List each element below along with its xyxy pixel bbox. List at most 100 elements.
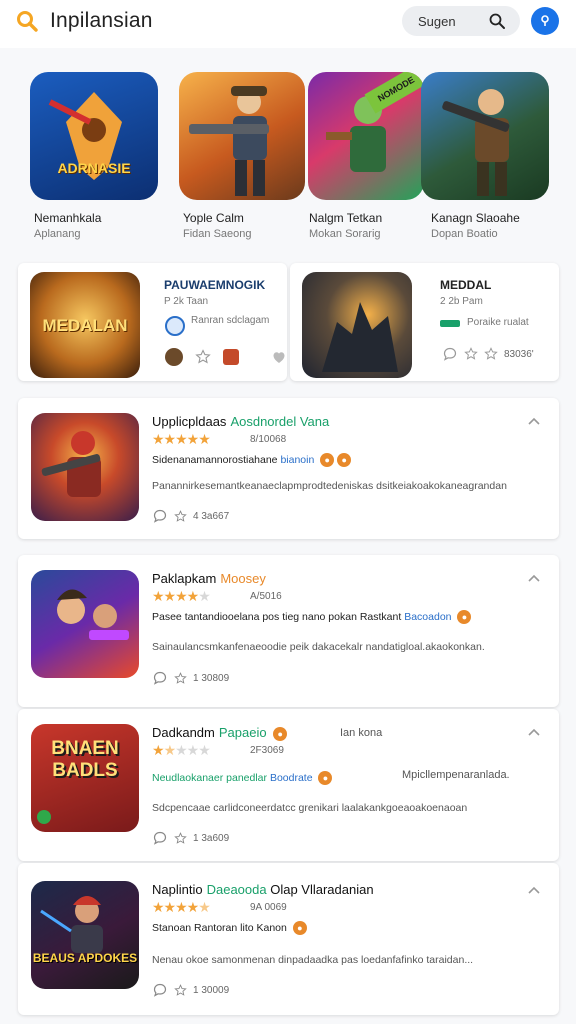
- badge-icon: ●: [337, 453, 352, 467]
- game-character-art: [189, 86, 269, 196]
- app-title[interactable]: Naplintio Daeaooda Olap Vllaradanian: [152, 882, 374, 897]
- comment-icon[interactable]: [442, 346, 458, 362]
- rating-count: 9A 0069: [250, 902, 287, 913]
- app-extra-text: Mpicllempenaranlada.: [402, 769, 510, 781]
- chevron-up-icon[interactable]: [527, 885, 541, 895]
- carousel-title-2[interactable]: Yople Calm: [183, 211, 244, 225]
- comment-icon[interactable]: [152, 982, 168, 998]
- star-outline-icon[interactable]: [174, 671, 187, 685]
- account-button[interactable]: [531, 7, 559, 35]
- app-subtitle: Neudlaokanaer panedlar Boodrate ●: [152, 771, 333, 785]
- app-title: Inpilansian: [50, 9, 153, 32]
- featured-title-2[interactable]: MEDDAL: [440, 278, 491, 292]
- game-character-art: [41, 431, 101, 497]
- carousel-sub-3: Mokan Sorarig: [309, 228, 381, 240]
- comment-icon[interactable]: [152, 830, 168, 846]
- carousel-tile-2[interactable]: [179, 72, 305, 200]
- status-badge: [440, 320, 460, 327]
- app-count: 1 30009: [193, 984, 230, 996]
- top-bar: Inpilansian Sugen: [0, 0, 576, 48]
- comment-icon[interactable]: [152, 670, 168, 686]
- app-card-2[interactable]: Paklapkam Moosey ★★★★★ A/5016 Pasee tanta…: [18, 555, 559, 707]
- badge-icon: ●: [318, 771, 333, 785]
- app-logo-icon: [17, 11, 38, 32]
- search-label: Sugen: [418, 13, 456, 29]
- game-mini-icon: [223, 349, 239, 365]
- badge-icon: ●: [320, 453, 335, 467]
- star-outline-icon[interactable]: [174, 509, 187, 523]
- featured-art-text: MEDALAN: [42, 316, 128, 335]
- app-count: 4 3a667: [193, 510, 230, 522]
- chevron-up-icon[interactable]: [527, 416, 541, 426]
- carousel-sub-2: Fidan Saeong: [183, 228, 252, 240]
- app-title[interactable]: Upplicpldaas Aosdnordel Vana: [152, 414, 329, 429]
- comment-icon[interactable]: [152, 508, 168, 524]
- search-bar[interactable]: Sugen: [402, 6, 520, 36]
- featured-sub-1b: 2 2b Pam: [440, 296, 483, 307]
- rating-count: 8/10068: [250, 434, 287, 445]
- app-actions: 4 3a667: [152, 508, 229, 524]
- featured-actions-1: [165, 348, 287, 366]
- carousel-tile-text: ADRNASIE: [57, 160, 131, 176]
- badge-icon: ●: [292, 921, 307, 935]
- featured-sub-2: Ranran sdclagam: [191, 315, 270, 326]
- app-subtitle: Sidenanamannorostiahane bianoin ● ●: [152, 453, 352, 467]
- app-art-3: BNAEN BADLS: [31, 724, 139, 832]
- app-description: Nenau okoe samonmenan dinpadaadka pas lo…: [152, 954, 474, 966]
- rating-stars: ★★★★★: [152, 431, 211, 447]
- badge-icon: ●: [273, 726, 288, 741]
- game-character-art: [40, 896, 103, 953]
- app-subtitle: Stanoan Rantoran lito Kanon ●: [152, 921, 307, 935]
- featured-sub-2b: Poraike rualat: [467, 317, 529, 328]
- chevron-up-icon[interactable]: [527, 573, 541, 583]
- featured-art-2: [302, 272, 412, 378]
- featured-art-1: MEDALAN: [30, 272, 140, 378]
- content-area: ADRNASIE NOMODE Nemanhkala Aplanang Yopl…: [0, 48, 576, 1024]
- star-outline-icon[interactable]: [464, 347, 478, 361]
- app-title[interactable]: Dadkandm Papaeio ●: [152, 725, 288, 741]
- search-icon[interactable]: [488, 12, 506, 30]
- app-art-1: [31, 413, 139, 521]
- carousel-title-1[interactable]: Nemanhkala: [34, 211, 101, 225]
- avatar: [165, 348, 183, 366]
- account-icon: [541, 15, 549, 26]
- star-outline-icon[interactable]: [174, 831, 187, 845]
- app-art-2: [31, 570, 139, 678]
- star-outline-icon[interactable]: [174, 983, 187, 997]
- featured-card-2[interactable]: MEDDAL 2 2b Pam Poraike rualat 83036': [290, 263, 559, 381]
- app-card-4[interactable]: BEAUS APDOKES Naplintio Daeaooda Olap Vll…: [18, 863, 559, 1015]
- featured-card-1[interactable]: MEDALAN PAUWAEMNOGIK P 2k Taan Ranran sd…: [18, 263, 287, 381]
- app-actions: 1 30809: [152, 670, 229, 686]
- app-count: 1 30809: [193, 672, 230, 684]
- app-description: Sdcpencaae carlidconeerdatcc grenikari l…: [152, 802, 468, 814]
- app-subtitle: Pasee tantandiooelana pos tieg nano poka…: [152, 610, 472, 624]
- app-title[interactable]: Paklapkam Moosey: [152, 571, 266, 586]
- developer-avatar: [165, 316, 185, 336]
- chevron-up-icon[interactable]: [527, 727, 541, 737]
- app-description: Panannirkesemantkeanaeclapmprodtedeniska…: [152, 480, 507, 492]
- app-art-4: BEAUS APDOKES: [31, 881, 139, 989]
- carousel-title-4[interactable]: Kanagn Slaoahe: [431, 211, 520, 225]
- carousel-title-3[interactable]: Nalgm Tetkan: [309, 211, 382, 225]
- app-card-3[interactable]: BNAEN BADLS Dadkandm Papaeio ● Ian kona ★…: [18, 709, 559, 861]
- rating-count: A/5016: [250, 591, 282, 602]
- badge-icon: ●: [457, 610, 472, 624]
- app-count: 1 3a609: [193, 832, 230, 844]
- featured-carousel[interactable]: ADRNASIE NOMODE Nemanhkala Aplanang Yopl…: [0, 66, 576, 256]
- featured-title-1[interactable]: PAUWAEMNOGIK: [164, 278, 265, 292]
- heart-icon[interactable]: [271, 349, 287, 365]
- featured-sub-1: P 2k Taan: [164, 296, 209, 307]
- app-actions: 1 30009: [152, 982, 229, 998]
- star-outline-icon[interactable]: [484, 347, 498, 361]
- carousel-sub-4: Dopan Boatio: [431, 228, 498, 240]
- featured-actions-2: 83036': [442, 346, 534, 362]
- app-card-1[interactable]: Upplicpldaas Aosdnordel Vana ★★★★★ 8/1006…: [18, 398, 559, 539]
- carousel-tile-4[interactable]: [421, 72, 549, 200]
- carousel-tile-1[interactable]: ADRNASIE: [30, 72, 158, 200]
- rating-count: 2F3069: [250, 745, 284, 756]
- star-outline-icon[interactable]: [195, 349, 211, 365]
- leaf-icon: [37, 810, 51, 824]
- carousel-tile-3[interactable]: NOMODE: [308, 72, 424, 200]
- app-right-label: Ian kona: [340, 727, 383, 739]
- rating-stars: ★★★★★: [152, 588, 211, 604]
